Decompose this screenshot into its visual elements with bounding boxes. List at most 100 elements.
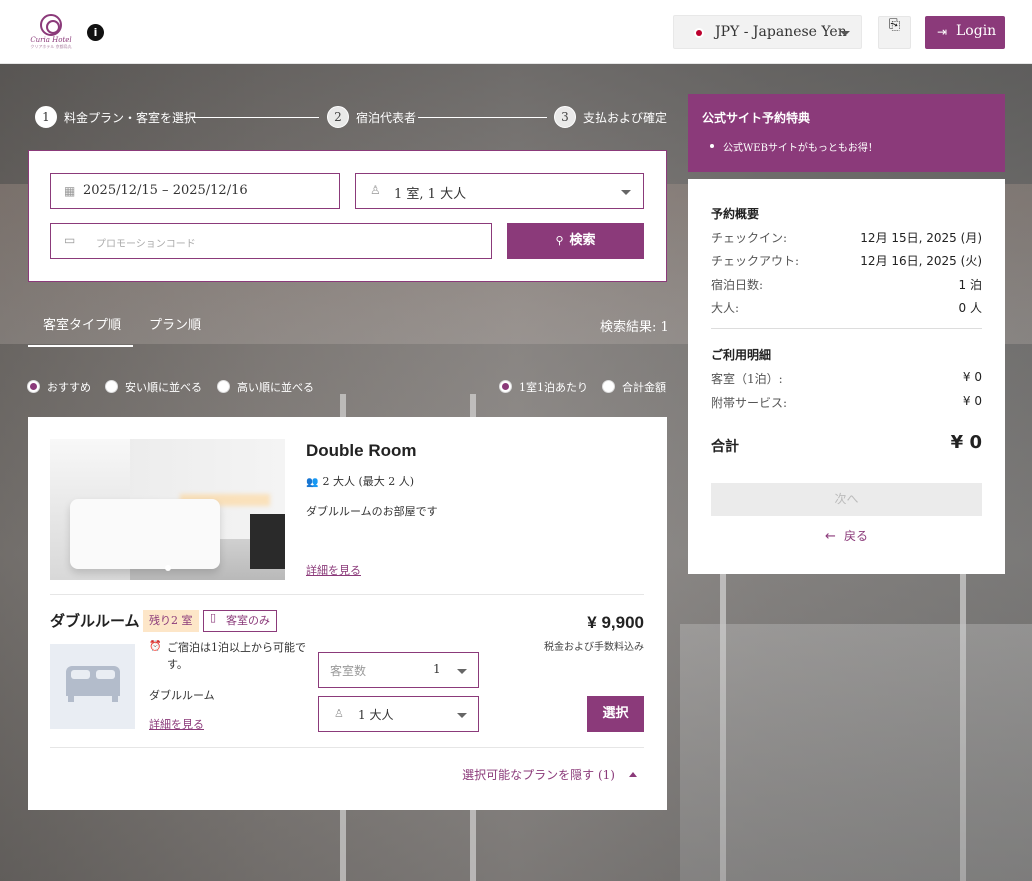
adult-count-select[interactable]: ♙ 1 大人 — [318, 696, 479, 732]
select-plan-button[interactable]: 選択 — [587, 696, 644, 732]
min-stay-note: ⏰ ご宿泊は1泊以上から可能です。 — [149, 639, 309, 673]
logo-name: Curia Hotel — [30, 36, 72, 44]
room-occupancy: 👥 2 大人 (最大 2 人) — [306, 473, 414, 489]
checkin-label: チェックイン: — [711, 231, 788, 245]
guests-value: 1 室, 1 大人 — [394, 187, 467, 202]
chevron-down-icon — [457, 713, 467, 718]
search-panel: ▦ 2025/12/15 – 2025/12/16 ♙ 1 室, 1 大人 ▭ … — [28, 150, 667, 282]
step-connector — [418, 117, 547, 118]
ticket-icon: ▭ — [64, 233, 76, 247]
room-count-select[interactable]: 客室数 1 — [318, 652, 479, 688]
calendar-icon: ▦ — [64, 184, 76, 198]
translate-button[interactable]: ⎘ — [878, 16, 911, 49]
chevron-down-icon — [457, 669, 467, 674]
chevron-up-icon — [629, 772, 637, 777]
checkout-label: チェックアウト: — [711, 254, 800, 268]
hide-plans-label: 選択可能なプランを隠す (1) — [462, 768, 615, 782]
nights-row: 宿泊日数: 1 泊 — [711, 276, 982, 292]
checkout-row: チェックアウト: 12月 16日, 2025 (火) — [711, 252, 982, 268]
door-icon: ▯ — [210, 611, 217, 624]
room-name: Double Room — [306, 441, 417, 460]
room-charge-row: 客室（1泊）: ¥ 0 — [711, 370, 982, 386]
step-label: 宿泊代表者 — [356, 111, 417, 125]
checkin-row: チェックイン: 12月 15日, 2025 (月) — [711, 229, 982, 245]
carousel-dot[interactable] — [165, 565, 171, 571]
back-label: 戻る — [843, 529, 868, 543]
room-count-label: 客室数 — [330, 664, 367, 678]
total-value: ¥ 0 — [950, 432, 982, 453]
services-row: 附帯サービス: ¥ 0 — [711, 394, 982, 410]
chevron-down-icon — [840, 31, 850, 36]
room-card: Double Room 👥 2 大人 (最大 2 人) ダブルルームのお部屋です … — [28, 417, 667, 810]
guests-select[interactable]: ♙ 1 室, 1 大人 — [355, 173, 644, 209]
room-charge-label: 客室（1泊）: — [711, 372, 783, 386]
step-label: 料金プラン・客室を選択 — [64, 111, 197, 125]
logo-mark-icon — [40, 14, 62, 36]
people-icon: 👥 — [306, 477, 319, 488]
promo-code-placeholder: プロモーションコード — [96, 239, 196, 250]
tab-room-type[interactable]: 客室タイプ順 — [43, 314, 121, 333]
step-number: 2 — [327, 106, 349, 128]
checkout-value: 12月 16日, 2025 (火) — [860, 254, 982, 268]
perks-title: 公式サイト予約特典 — [702, 111, 811, 125]
radio-unchecked-icon — [602, 380, 615, 393]
radio-label: 1室1泊あたり — [519, 381, 588, 394]
hotel-logo[interactable]: Curia Hotel クリアホテル 京都烏丸 — [30, 14, 72, 50]
currency-label: JPY - Japanese Yen — [715, 24, 847, 40]
radio-unchecked-icon — [105, 380, 118, 393]
site-header: Curia Hotel クリアホテル 京都烏丸 i JPY - Japanese… — [0, 0, 1032, 64]
alarm-clock-icon: ⏰ — [149, 641, 162, 652]
person-icon: ♙ — [334, 707, 344, 720]
arrow-left-icon: ← — [825, 529, 836, 544]
checkin-value: 12月 15日, 2025 (月) — [860, 231, 982, 245]
room-description: ダブルルームのお部屋です — [306, 505, 438, 518]
info-icon[interactable]: i — [87, 24, 104, 41]
promo-code-input[interactable]: ▭ プロモーションコード — [50, 223, 492, 259]
radio-label: 合計金額 — [622, 381, 666, 394]
search-button-label: 検索 — [569, 233, 596, 248]
currency-select[interactable]: JPY - Japanese Yen — [673, 15, 862, 49]
chevron-down-icon — [621, 190, 631, 195]
tab-plan[interactable]: プラン順 — [149, 314, 201, 333]
divider — [711, 328, 982, 329]
room-detail-link[interactable]: 詳細を見る — [306, 562, 361, 578]
rooms-left-badge: 残り2 室 — [143, 610, 199, 632]
room-charge-value: ¥ 0 — [962, 370, 982, 384]
perks-list: 公式WEBサイトがもっともお得！ — [710, 139, 878, 154]
step-connector — [191, 117, 319, 118]
radio-label: おすすめ — [47, 381, 91, 394]
date-range-field[interactable]: ▦ 2025/12/15 – 2025/12/16 — [50, 173, 340, 209]
room-only-badge: ▯ 客室のみ — [203, 610, 277, 632]
divider — [50, 747, 644, 748]
hide-plans-toggle[interactable]: 選択可能なプランを隠す (1) — [462, 766, 637, 783]
step-number: 3 — [554, 106, 576, 128]
radio-label: 安い順に並べる — [125, 381, 202, 394]
radio-unchecked-icon — [217, 380, 230, 393]
next-button[interactable]: 次へ — [711, 483, 982, 516]
background-cityscape — [680, 624, 1032, 881]
radio-checked-icon — [499, 380, 512, 393]
room-occupancy-text: 2 大人 (最大 2 人) — [322, 475, 415, 488]
login-button[interactable]: ⇥ Login — [925, 16, 1005, 49]
active-tab-indicator — [28, 345, 133, 347]
tax-note: 税金および手数料込み — [544, 642, 644, 653]
back-link[interactable]: ← 戻る — [688, 527, 1005, 544]
room-photo[interactable] — [50, 439, 285, 580]
services-label: 附帯サービス: — [711, 396, 788, 410]
perk-item: 公式WEBサイトがもっともお得！ — [710, 139, 878, 154]
services-value: ¥ 0 — [962, 394, 982, 408]
step-label: 支払および確定 — [583, 111, 668, 125]
plan-detail-link[interactable]: 詳細を見る — [149, 716, 204, 732]
logo-subtitle: クリアホテル 京都烏丸 — [30, 44, 72, 49]
total-label: 合計 — [711, 439, 739, 455]
step-number: 1 — [35, 106, 57, 128]
overview-title: 予約概要 — [711, 207, 760, 221]
room-only-label: 客室のみ — [226, 614, 270, 627]
plan-thumbnail — [50, 644, 135, 729]
min-stay-text: ご宿泊は1泊以上から可能です。 — [167, 641, 306, 671]
plan-name: ダブルルーム — [50, 612, 140, 630]
details-title: ご利用明細 — [711, 348, 772, 362]
translate-icon: ⎘ — [888, 17, 901, 33]
search-button[interactable]: ⚲ 検索 — [507, 223, 644, 259]
date-range-value: 2025/12/15 – 2025/12/16 — [83, 183, 248, 198]
